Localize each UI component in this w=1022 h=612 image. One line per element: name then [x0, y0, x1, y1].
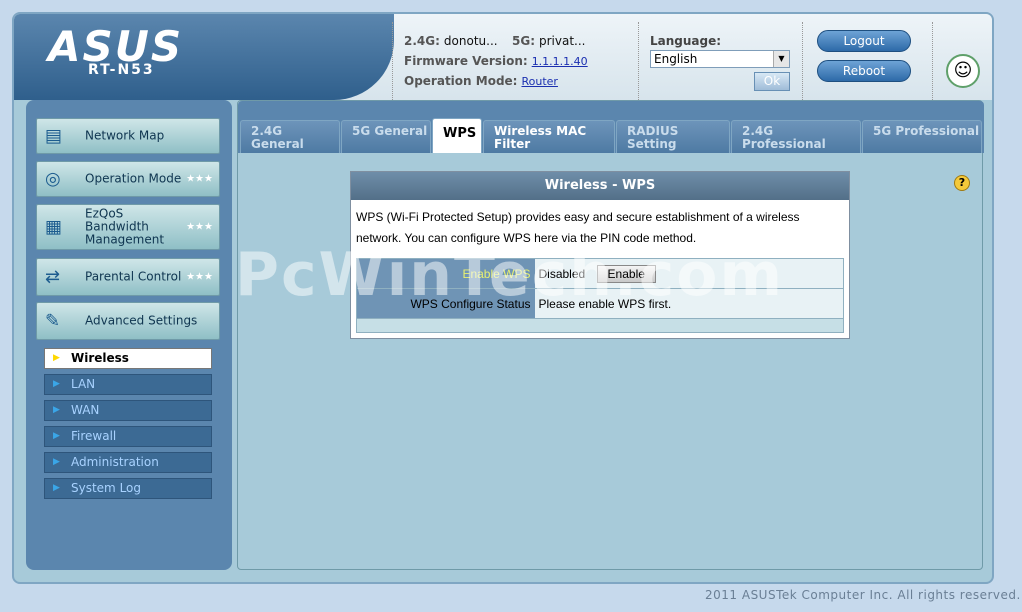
sidebar-item-operation-mode[interactable]: ◎ Operation Mode ★★★: [36, 161, 220, 197]
content-area: 2.4G General 5G General WPS Wireless MAC…: [237, 100, 984, 570]
avatar-icon: ☺: [946, 54, 980, 88]
footer-copyright: 2011 ASUSTek Computer Inc. All rights re…: [705, 588, 1021, 602]
router-icon: ◎: [45, 168, 61, 190]
wps-panel: Wireless - WPS WPS (Wi-Fi Protected Setu…: [350, 171, 850, 339]
tab-24g-general[interactable]: 2.4G General: [240, 120, 340, 153]
wps-status-label: WPS Configure Status: [356, 288, 535, 319]
divider: [802, 22, 803, 100]
language-ok-button[interactable]: Ok: [754, 72, 790, 91]
logout-button[interactable]: Logout: [817, 30, 911, 52]
sidebar-sub-lan[interactable]: ▶ LAN: [44, 374, 212, 395]
tab-strip: 2.4G General 5G General WPS Wireless MAC…: [238, 101, 984, 153]
language-label: Language:: [650, 34, 722, 48]
star-icon: ★★★: [186, 271, 213, 283]
tab-radius-setting[interactable]: RADIUS Setting: [616, 120, 730, 153]
tab-wireless-mac-filter[interactable]: Wireless MAC Filter: [483, 120, 615, 153]
firmware-info: Firmware Version: 1.1.1.1.40: [404, 54, 588, 68]
sidebar-sub-wan[interactable]: ▶ WAN: [44, 400, 212, 421]
sidebar-item-ezqos[interactable]: ▦ EzQoS Bandwidth Management ★★★: [36, 204, 220, 250]
header: ASUS RT-N53 2.4G: donotu... 5G: privat... …: [14, 14, 992, 100]
sidebar-item-advanced-settings[interactable]: ✎ Advanced Settings: [36, 302, 220, 340]
chevron-down-icon: ▼: [773, 51, 789, 67]
table-row: WPS Configure Status Please enable WPS f…: [356, 288, 844, 319]
tab-5g-general[interactable]: 5G General: [341, 120, 431, 153]
enable-wps-label: Enable WPS: [356, 258, 535, 289]
logo-panel: ASUS RT-N53: [14, 14, 394, 100]
arrow-right-icon: ▶: [53, 483, 60, 493]
language-select[interactable]: English ▼: [650, 50, 790, 68]
sidebar: ▤ Network Map ◎ Operation Mode ★★★ ▦ EzQ…: [26, 100, 232, 570]
tab-24g-professional[interactable]: 2.4G Professional: [731, 120, 861, 153]
panel-description: WPS (Wi-Fi Protected Setup) provides eas…: [356, 210, 800, 245]
sidebar-sub-firewall[interactable]: ▶ Firewall: [44, 426, 212, 447]
sidebar-item-network-map[interactable]: ▤ Network Map: [36, 118, 220, 154]
enable-wps-cell: Disabled Enable: [534, 258, 844, 289]
model-name: RT-N53: [88, 62, 155, 78]
bandwidth-icon: ▦: [45, 216, 63, 238]
sidebar-sub-administration[interactable]: ▶ Administration: [44, 452, 212, 473]
reboot-button[interactable]: Reboot: [817, 60, 911, 82]
parental-control-icon: ⇄: [45, 266, 61, 288]
enable-wps-button[interactable]: Enable: [596, 264, 656, 283]
table-row: [356, 318, 844, 333]
divider: [392, 22, 393, 100]
divider: [638, 22, 639, 100]
arrow-right-icon: ▶: [53, 353, 60, 363]
ssid-24: 2.4G: donotu...: [404, 34, 498, 48]
wrench-icon: ✎: [45, 310, 61, 332]
tab-5g-professional[interactable]: 5G Professional: [862, 120, 982, 153]
arrow-right-icon: ▶: [53, 379, 60, 389]
divider: [932, 22, 933, 100]
sidebar-sub-system-log[interactable]: ▶ System Log: [44, 478, 212, 499]
firmware-link[interactable]: 1.1.1.1.40: [532, 55, 588, 68]
wps-settings-table: Enable WPS Disabled Enable WPS Configure…: [356, 258, 844, 333]
network-map-icon: ▤: [45, 125, 63, 147]
ssid-5: 5G: privat...: [512, 34, 586, 48]
panel-title: Wireless - WPS: [351, 172, 849, 200]
sidebar-sub-wireless[interactable]: ▶ Wireless: [44, 348, 212, 369]
operation-mode-info: Operation Mode: Router: [404, 74, 558, 88]
help-icon[interactable]: ?: [954, 175, 970, 191]
sidebar-item-parental-control[interactable]: ⇄ Parental Control ★★★: [36, 258, 220, 296]
wps-status-value: Please enable WPS first.: [534, 288, 844, 319]
arrow-right-icon: ▶: [53, 431, 60, 441]
star-icon: ★★★: [186, 173, 213, 185]
operation-mode-link[interactable]: Router: [521, 75, 557, 88]
star-icon: ★★★: [186, 221, 213, 233]
arrow-right-icon: ▶: [53, 405, 60, 415]
table-row: Enable WPS Disabled Enable: [356, 258, 844, 289]
tab-wps[interactable]: WPS: [432, 118, 482, 153]
arrow-right-icon: ▶: [53, 457, 60, 467]
enable-wps-value: Disabled: [538, 266, 586, 281]
